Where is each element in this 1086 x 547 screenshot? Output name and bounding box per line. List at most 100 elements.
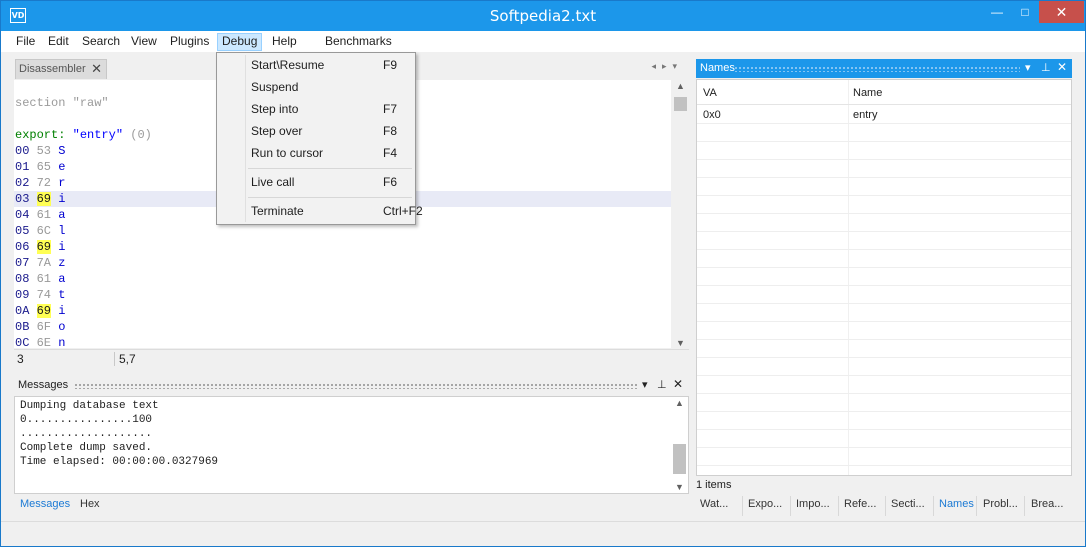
- drag-grip[interactable]: [74, 383, 638, 389]
- close-window-button[interactable]: ✕: [1039, 1, 1084, 23]
- panel-menu-icon[interactable]: ▾: [1025, 61, 1031, 74]
- byte-hex-value: 61: [36, 272, 52, 286]
- messages-scrollbar[interactable]: ▲ ▼: [671, 397, 688, 493]
- tab-disassembler[interactable]: Disassembler ✕: [15, 59, 107, 79]
- maximize-button[interactable]: □: [1012, 1, 1038, 23]
- tab-messages[interactable]: Messages: [20, 498, 70, 510]
- menu-benchmarks[interactable]: Benchmarks: [321, 33, 396, 51]
- byte-offset: 05: [15, 224, 30, 238]
- tab-sections[interactable]: Secti...: [891, 498, 925, 510]
- menu-debug[interactable]: Debug: [217, 33, 263, 51]
- menu-item-suspend[interactable]: Suspend: [218, 76, 414, 98]
- tab-names[interactable]: Names: [939, 498, 974, 510]
- byte-hex-value: 72: [36, 176, 52, 190]
- code-line-byte: 07 7A z: [14, 255, 671, 271]
- cell-name: entry: [853, 109, 878, 121]
- column-header-va[interactable]: VA: [703, 87, 717, 99]
- panel-menu-icon[interactable]: ▾: [642, 378, 648, 391]
- empty-table-row: [697, 232, 1071, 250]
- menu-file[interactable]: File: [12, 33, 39, 51]
- tab-scroll-arrows-icon[interactable]: ◂▸▾: [651, 61, 683, 72]
- menu-item-start-resume[interactable]: Start\Resume F9: [218, 54, 414, 76]
- messages-panel-title: Messages: [18, 379, 69, 391]
- pin-icon[interactable]: ⊥: [657, 378, 667, 391]
- empty-table-row: [697, 124, 1071, 142]
- messages-panel-header: Messages ▾ ⊥ ✕: [14, 377, 689, 395]
- menu-item-shortcut: Ctrl+F2: [383, 204, 423, 218]
- tab-breakpoints[interactable]: Brea...: [1031, 498, 1063, 510]
- message-line: 0................100: [20, 414, 153, 426]
- menu-item-step-over[interactable]: Step over F8: [218, 120, 414, 142]
- tab-problems[interactable]: Probl...: [983, 498, 1018, 510]
- tab-divider: [838, 496, 839, 516]
- drag-grip[interactable]: [734, 66, 1020, 72]
- minimize-button[interactable]: —: [984, 1, 1010, 23]
- scroll-down-icon[interactable]: ▼: [671, 482, 688, 492]
- app-window: VD Softpedia2.txt — □ ✕ File Edit Search…: [0, 0, 1086, 547]
- disassembler-scrollbar[interactable]: ▲ ▼: [672, 80, 689, 349]
- tab-disassembler-label: Disassembler: [19, 63, 86, 75]
- tab-hex[interactable]: Hex: [80, 498, 100, 510]
- byte-offset: 00: [15, 144, 30, 158]
- names-panel-title: Names: [700, 62, 735, 74]
- byte-hex-value: 61: [36, 208, 52, 222]
- tab-divider: [1024, 496, 1025, 516]
- message-line: Time elapsed: 00:00:00.0327969: [20, 456, 219, 468]
- byte-offset: 0C: [15, 336, 30, 348]
- empty-table-row: [697, 412, 1071, 430]
- byte-char: i: [58, 240, 66, 254]
- byte-offset: 03: [15, 192, 30, 206]
- byte-offset: 06: [15, 240, 30, 254]
- menu-separator: [248, 197, 412, 198]
- byte-char: e: [58, 160, 66, 174]
- scroll-down-icon[interactable]: ▼: [672, 338, 689, 348]
- menu-view[interactable]: View: [127, 33, 161, 51]
- messages-output: Dumping database text 0................1…: [14, 396, 689, 494]
- byte-hex-value: 69: [36, 192, 52, 206]
- menu-edit[interactable]: Edit: [44, 33, 73, 51]
- tab-exports[interactable]: Expo...: [748, 498, 782, 510]
- tab-divider: [790, 496, 791, 516]
- menu-item-terminate[interactable]: Terminate Ctrl+F2: [218, 200, 423, 222]
- tab-references[interactable]: Refe...: [844, 498, 876, 510]
- names-table: VA Name 0x0 entry: [696, 79, 1072, 476]
- empty-table-row: [697, 304, 1071, 322]
- byte-offset: 04: [15, 208, 30, 222]
- code-line-byte: 06 69 i: [14, 239, 671, 255]
- scroll-up-icon[interactable]: ▲: [671, 398, 688, 408]
- menu-plugins[interactable]: Plugins: [166, 33, 213, 51]
- column-header-name[interactable]: Name: [853, 87, 882, 99]
- menu-item-step-into[interactable]: Step into F7: [218, 98, 414, 120]
- empty-table-row: [697, 178, 1071, 196]
- close-panel-icon[interactable]: ✕: [673, 377, 683, 391]
- table-row[interactable]: 0x0 entry: [697, 106, 1071, 124]
- tab-imports[interactable]: Impo...: [796, 498, 830, 510]
- empty-table-row: [697, 322, 1071, 340]
- scroll-up-icon[interactable]: ▲: [672, 81, 689, 91]
- status-divider: [114, 352, 115, 366]
- byte-char: n: [58, 336, 66, 348]
- byte-hex-value: 65: [36, 160, 52, 174]
- close-tab-icon[interactable]: ✕: [91, 60, 102, 78]
- close-panel-icon[interactable]: ✕: [1057, 60, 1067, 74]
- scroll-thumb[interactable]: [673, 444, 686, 474]
- byte-offset: 02: [15, 176, 30, 190]
- menu-help[interactable]: Help: [268, 33, 301, 51]
- byte-char: S: [58, 144, 66, 158]
- title-bar: VD Softpedia2.txt — □ ✕: [1, 1, 1085, 31]
- byte-char: a: [58, 208, 66, 222]
- byte-char: a: [58, 272, 66, 286]
- empty-table-row: [697, 448, 1071, 466]
- scroll-thumb[interactable]: [674, 97, 687, 111]
- window-title: Softpedia2.txt: [489, 7, 597, 25]
- empty-table-row: [697, 160, 1071, 178]
- empty-table-row: [697, 430, 1071, 448]
- menu-search[interactable]: Search: [78, 33, 124, 51]
- tab-watches[interactable]: Wat...: [700, 498, 728, 510]
- byte-offset: 0B: [15, 320, 30, 334]
- byte-offset: 08: [15, 272, 30, 286]
- menu-item-run-to-cursor[interactable]: Run to cursor F4: [218, 142, 414, 164]
- empty-table-row: [697, 376, 1071, 394]
- menu-item-live-call[interactable]: Live call F6: [218, 171, 414, 193]
- pin-icon[interactable]: ⊥: [1041, 61, 1051, 74]
